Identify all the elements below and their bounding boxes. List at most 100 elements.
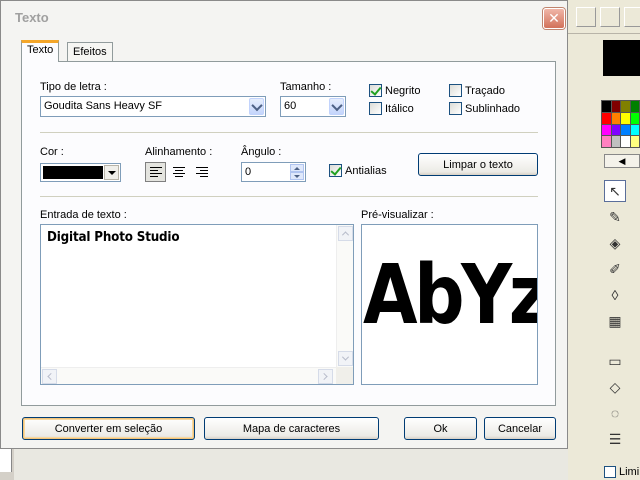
palette-swatch[interactable] — [611, 112, 620, 124]
size-select-value: 60 — [284, 100, 297, 112]
underline-checkbox[interactable]: Sublinhado — [449, 102, 520, 115]
convert-to-selection-button[interactable]: Converter em seleção — [22, 417, 195, 440]
chevron-down-icon[interactable] — [249, 98, 264, 115]
horizontal-scrollbar[interactable] — [41, 367, 336, 384]
color-swatch — [43, 166, 103, 179]
outline-checkbox-box[interactable] — [449, 84, 462, 97]
italic-label: Itálico — [385, 102, 414, 115]
bold-checkbox[interactable]: Negrito — [369, 84, 420, 97]
side-toolbar-panel: ◀ ↖ ✎ ◈ ✐ ◊ ▦ ▭ ◇ ◌ ☰ Limi — [568, 0, 640, 480]
close-icon: ✕ — [548, 10, 560, 27]
palette-swatch[interactable] — [602, 101, 611, 112]
palette-swatch[interactable] — [621, 112, 630, 124]
list-tool-icon[interactable]: ☰ — [604, 428, 626, 450]
limit-checkbox[interactable]: Limi — [604, 466, 639, 478]
palette-scroll-left-icon[interactable]: ◀ — [604, 154, 640, 168]
palette-swatch[interactable] — [611, 136, 620, 147]
brush-tool-icon[interactable]: ✐ — [604, 258, 626, 280]
ok-button[interactable]: Ok — [404, 417, 477, 440]
preview-text: AbYz — [363, 248, 538, 343]
chevron-down-icon[interactable] — [329, 98, 344, 115]
font-label: Tipo de letra : — [40, 81, 107, 93]
rectangle-tool-icon[interactable]: ▭ — [604, 350, 626, 372]
palette-swatch[interactable] — [602, 124, 611, 136]
limit-checkbox-box[interactable] — [604, 466, 616, 478]
outline-label: Traçado — [465, 84, 505, 97]
spin-up-icon[interactable] — [290, 164, 304, 172]
palette-swatch[interactable] — [630, 124, 639, 136]
palette-swatch[interactable] — [621, 101, 630, 112]
palette-swatch[interactable] — [630, 112, 639, 124]
cancel-button[interactable]: Cancelar — [484, 417, 556, 440]
palette-swatch[interactable] — [611, 124, 620, 136]
font-select-value: Goudita Sans Heavy SF — [44, 100, 163, 112]
chevron-down-icon[interactable] — [104, 165, 119, 180]
italic-checkbox-box[interactable] — [369, 102, 382, 115]
palette-swatch[interactable] — [611, 101, 620, 112]
font-select[interactable]: Goudita Sans Heavy SF — [40, 96, 266, 117]
tab-texto[interactable]: Texto — [21, 40, 60, 62]
palette-swatch[interactable] — [630, 101, 639, 112]
color-palette[interactable] — [601, 100, 640, 148]
palette-swatch[interactable] — [630, 136, 639, 147]
text-input-area[interactable]: Digital Photo Studio — [40, 224, 354, 385]
text-tab-panel: Tipo de letra : Goudita Sans Heavy SF Ta… — [21, 61, 556, 406]
book-icon[interactable] — [576, 7, 596, 27]
antialias-checkbox[interactable]: Antialias — [329, 164, 387, 177]
tab-efeitos[interactable]: Efeitos — [67, 42, 113, 62]
outline-checkbox[interactable]: Traçado — [449, 84, 505, 97]
scroll-corner — [336, 367, 353, 384]
divider — [40, 132, 538, 133]
preview-label: Pré-visualizar : — [361, 209, 434, 221]
align-center-icon[interactable] — [168, 162, 189, 182]
clear-text-button[interactable]: Limpar o texto — [418, 153, 538, 176]
text-dialog: Texto ✕ Texto Efeitos Tipo de letra : Go… — [0, 0, 568, 449]
foreground-color-swatch[interactable] — [603, 40, 640, 76]
angle-label: Ângulo : — [241, 146, 282, 158]
text-input-label: Entrada de texto : — [40, 209, 127, 221]
side-topbar — [568, 0, 640, 34]
pointer-tool-icon[interactable]: ↖ — [604, 180, 626, 202]
color-picker[interactable] — [40, 163, 121, 182]
align-right-icon[interactable] — [191, 162, 212, 182]
preview-box: AbYz — [361, 224, 538, 385]
image-icon[interactable] — [600, 7, 620, 27]
bold-label: Negrito — [385, 84, 421, 97]
alignment-label: Alinhamento : — [145, 146, 213, 158]
align-left-icon[interactable] — [145, 162, 166, 182]
angle-spinner[interactable]: 0 — [241, 162, 306, 182]
antialias-label: Antialias — [345, 164, 387, 177]
scroll-left-icon[interactable] — [42, 369, 57, 384]
drop-tool-icon[interactable]: ◊ — [604, 284, 626, 306]
text-input-value: Digital Photo Studio — [47, 230, 180, 245]
angle-value: 0 — [245, 166, 252, 178]
dialog-title: Texto — [15, 10, 49, 25]
dialog-titlebar[interactable]: Texto ✕ — [1, 1, 567, 31]
scroll-down-icon[interactable] — [338, 351, 353, 366]
lasso-tool-icon[interactable]: ◌ — [604, 402, 626, 424]
grid-tool-icon[interactable]: ▦ — [604, 310, 626, 332]
palette-swatch[interactable] — [621, 124, 630, 136]
size-label: Tamanho : — [280, 81, 332, 93]
eyedropper-tool-icon[interactable]: ✎ — [604, 206, 626, 228]
divider — [40, 196, 538, 197]
limit-label: Limi — [619, 466, 640, 478]
size-select[interactable]: 60 — [280, 96, 346, 117]
palette-swatch[interactable] — [602, 112, 611, 124]
bold-checkbox-box[interactable] — [369, 84, 382, 97]
scroll-up-icon[interactable] — [338, 226, 353, 241]
fill-tool-icon[interactable]: ◈ — [604, 232, 626, 254]
diamond-tool-icon[interactable]: ◇ — [604, 376, 626, 398]
vertical-scrollbar[interactable] — [336, 225, 353, 369]
underline-checkbox-box[interactable] — [449, 102, 462, 115]
spin-down-icon[interactable] — [290, 172, 304, 180]
layers-icon[interactable] — [624, 7, 640, 27]
color-label: Cor : — [40, 146, 64, 158]
scroll-right-icon[interactable] — [318, 369, 333, 384]
character-map-button[interactable]: Mapa de caracteres — [204, 417, 379, 440]
palette-swatch[interactable] — [602, 136, 611, 147]
antialias-checkbox-box[interactable] — [329, 164, 342, 177]
close-button[interactable]: ✕ — [543, 8, 565, 29]
italic-checkbox[interactable]: Itálico — [369, 102, 414, 115]
palette-swatch[interactable] — [621, 136, 630, 147]
